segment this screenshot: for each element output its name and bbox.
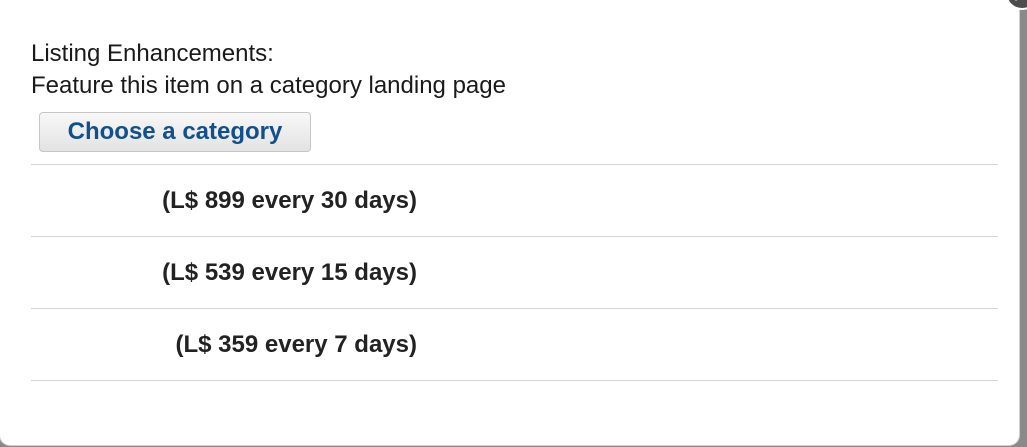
price-option-label: (L$ 899 every 30 days) [162, 187, 417, 214]
divider [31, 380, 998, 381]
price-option-15-days[interactable]: (L$ 539 every 15 days) [31, 237, 998, 308]
dialog-heading: Listing Enhancements: [31, 40, 274, 67]
price-option-label: (L$ 359 every 7 days) [175, 331, 418, 358]
price-option-7-days[interactable]: (L$ 359 every 7 days) [31, 309, 998, 380]
close-button[interactable] [1005, 0, 1027, 10]
listing-enhancements-dialog: Listing Enhancements: Feature this item … [0, 0, 1027, 445]
close-icon [1014, 0, 1018, 1]
price-option-30-days[interactable]: (L$ 899 every 30 days) [31, 165, 998, 236]
dialog-subheading: Feature this item on a category landing … [31, 72, 506, 99]
price-option-label: (L$ 539 every 15 days) [162, 259, 417, 286]
choose-category-button[interactable]: Choose a category [39, 112, 311, 152]
